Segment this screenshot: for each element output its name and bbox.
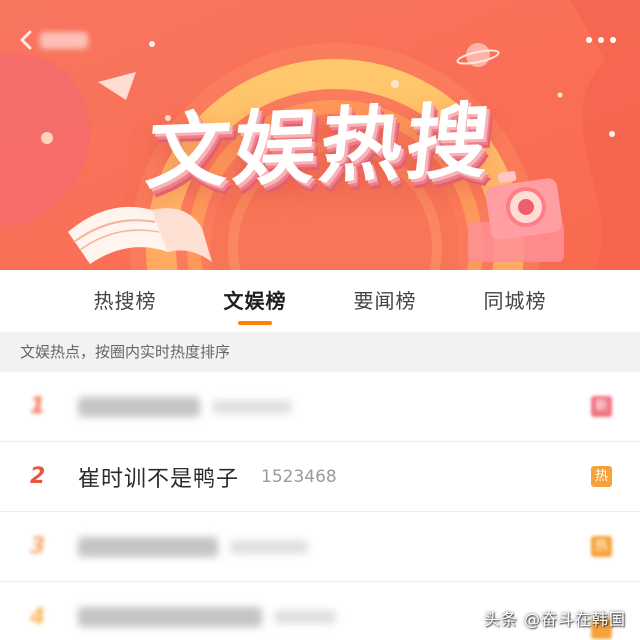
chevron-left-icon — [20, 30, 32, 50]
tab-active-indicator — [238, 321, 272, 325]
rank-number: 4 — [30, 604, 46, 630]
tab-local[interactable]: 同城榜 — [450, 270, 580, 332]
hot-list: 1 新 2 崔时训不是鸭子 1523468 热 3 热 4 — [0, 372, 640, 640]
back-label-blurred — [40, 32, 88, 49]
badge-new: 新 — [591, 396, 612, 417]
rank-number: 3 — [30, 534, 46, 559]
blurred-title — [78, 607, 262, 627]
hot-search-screen: 文娱热搜 热搜榜 文娱榜 要闻榜 同城榜 文娱热点，按圈内实时热度排序 1 新 — [0, 0, 640, 640]
watermark: 头条 @奋斗在韩国 — [483, 610, 626, 629]
tab-news[interactable]: 要闻榜 — [320, 270, 450, 332]
list-item[interactable]: 1 新 — [0, 372, 640, 442]
item-heat-count: 1523468 — [261, 466, 337, 487]
list-item[interactable]: 2 崔时训不是鸭子 1523468 热 — [0, 442, 640, 512]
list-description: 文娱热点，按圈内实时热度排序 — [0, 332, 640, 372]
rank-number: 1 — [30, 394, 46, 419]
tab-entertainment[interactable]: 文娱榜 — [190, 270, 320, 332]
more-dots-icon — [586, 37, 616, 43]
ranking-tabs: 热搜榜 文娱榜 要闻榜 同城榜 — [0, 270, 640, 332]
tab-label: 同城榜 — [483, 289, 547, 313]
blurred-count — [212, 399, 292, 414]
badge-hot: 热 — [591, 536, 612, 557]
rank-number: 2 — [30, 464, 46, 489]
tab-label: 热搜榜 — [93, 289, 157, 313]
blurred-title — [78, 536, 218, 557]
blurred-count — [274, 610, 336, 624]
more-button[interactable] — [580, 28, 624, 52]
header-banner: 文娱热搜 — [0, 0, 640, 270]
back-button[interactable] — [14, 26, 94, 54]
tab-label: 要闻榜 — [353, 289, 417, 313]
badge-hot: 热 — [591, 466, 612, 487]
tab-label: 文娱榜 — [223, 289, 287, 313]
blurred-count — [230, 539, 308, 554]
list-item[interactable]: 3 热 — [0, 512, 640, 582]
blurred-title — [78, 396, 200, 417]
tab-hot-search[interactable]: 热搜榜 — [60, 270, 190, 332]
item-title[interactable]: 崔时训不是鸭子 — [78, 461, 239, 493]
